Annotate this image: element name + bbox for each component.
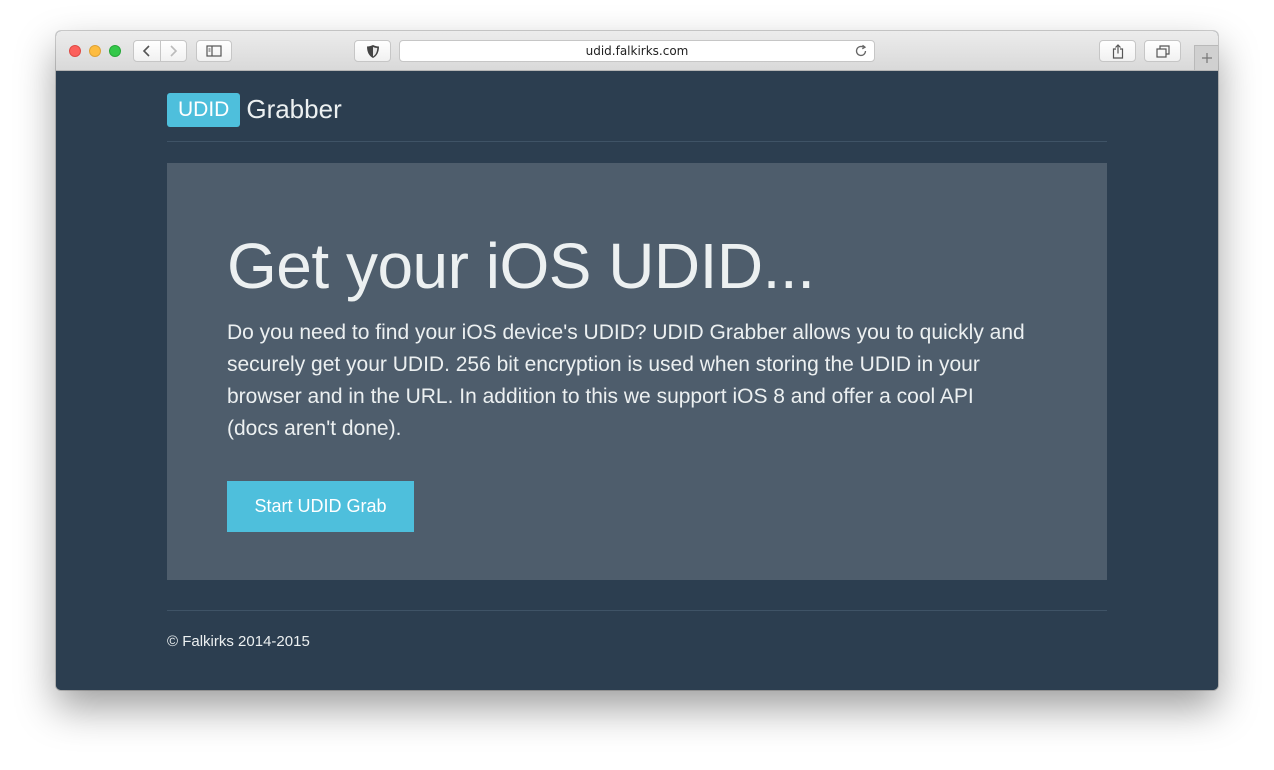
share-icon [1112, 43, 1123, 59]
web-page: UDID Grabber Get your iOS UDID... Do you… [56, 71, 1218, 690]
header-divider [167, 141, 1107, 142]
address-bar[interactable]: udid.falkirks.com [399, 40, 875, 62]
hero-panel: Get your iOS UDID... Do you need to find… [167, 163, 1107, 580]
hero-description: Do you need to find your iOS device's UD… [227, 321, 1025, 440]
tabs-icon [1155, 44, 1170, 58]
extension-button[interactable] [354, 40, 391, 62]
url-text: udid.falkirks.com [585, 44, 689, 58]
brand-badge: UDID [167, 93, 241, 127]
reload-icon[interactable] [854, 44, 868, 58]
close-window-button[interactable] [69, 45, 81, 57]
footer-copyright: © Falkirks 2014-2015 [167, 633, 310, 650]
new-tab-button[interactable] [1194, 45, 1218, 70]
hero-title: Get your iOS UDID... [227, 230, 815, 302]
start-udid-grab-button[interactable]: Start UDID Grab [227, 481, 414, 532]
brand-name: Grabber [246, 93, 342, 124]
navigation-buttons [133, 40, 187, 62]
chevron-left-icon [142, 45, 150, 57]
show-tabs-button[interactable] [1144, 40, 1181, 62]
share-button[interactable] [1099, 40, 1136, 62]
back-button[interactable] [134, 41, 160, 61]
browser-toolbar: udid.falkirks.com [56, 31, 1218, 71]
footer-divider [167, 610, 1107, 611]
shield-icon [366, 44, 379, 58]
browser-window: udid.falkirks.com UDID Grabber Get your … [56, 31, 1218, 690]
plus-icon [1201, 53, 1212, 63]
sidebar-toggle-button[interactable] [196, 40, 232, 62]
forward-button[interactable] [159, 41, 187, 61]
sidebar-icon [206, 45, 222, 57]
fullscreen-window-button[interactable] [109, 45, 121, 57]
minimize-window-button[interactable] [89, 45, 101, 57]
site-brand[interactable]: UDID Grabber [167, 91, 342, 127]
chevron-right-icon [170, 45, 178, 57]
